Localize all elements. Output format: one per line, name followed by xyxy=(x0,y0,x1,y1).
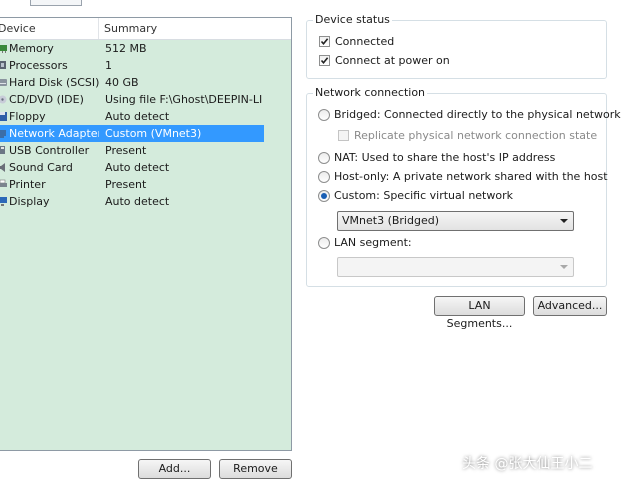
display-icon xyxy=(0,197,7,206)
lan-segment-radio[interactable] xyxy=(318,237,330,249)
device-name: Hard Disk (SCSI) xyxy=(9,76,99,89)
device-status-title: Device status xyxy=(313,13,392,26)
device-name: Printer xyxy=(9,178,46,191)
chevron-down-icon xyxy=(560,265,568,269)
lan-segments-button[interactable]: LAN Segments... xyxy=(434,296,525,330)
device-summary: Present xyxy=(105,144,147,157)
device-row-printer[interactable]: Printer Present xyxy=(0,176,290,193)
replicate-state-checkbox xyxy=(338,130,349,141)
hard-disk-icon xyxy=(0,79,7,86)
tab-edge xyxy=(30,0,82,6)
column-header-summary[interactable]: Summary xyxy=(104,22,157,35)
watermark: 头条 @张大仙王小二 xyxy=(462,456,593,472)
connect-at-power-on-checkbox[interactable] xyxy=(319,55,330,66)
lan-segment-label: LAN segment: xyxy=(334,236,412,249)
device-row-cd-dvd[interactable]: CD/DVD (IDE) Using file F:\Ghost\DEEPIN-L… xyxy=(0,91,290,108)
connect-at-power-on-label: Connect at power on xyxy=(335,54,450,67)
connected-checkbox[interactable] xyxy=(319,36,330,47)
remove-button[interactable]: Remove xyxy=(219,459,292,479)
lan-segment-select xyxy=(337,257,574,277)
device-name: Memory xyxy=(9,42,54,55)
checkmark-icon xyxy=(320,57,329,65)
bridged-label: Bridged: Connected directly to the physi… xyxy=(334,108,621,121)
device-list[interactable]: Device Summary Memory 512 MB Processors 1 Ha… xyxy=(0,17,292,451)
device-name: USB Controller xyxy=(9,144,90,157)
device-name: CD/DVD (IDE) xyxy=(9,93,84,106)
device-summary: 1 xyxy=(105,59,112,72)
processor-icon xyxy=(0,61,6,69)
device-summary: 40 GB xyxy=(105,76,139,89)
memory-icon xyxy=(0,45,7,53)
device-summary: Using file F:\Ghost\DEEPIN-LI... xyxy=(105,93,263,106)
device-summary: Auto detect xyxy=(105,195,170,208)
cd-dvd-icon xyxy=(0,95,7,104)
column-header-device[interactable]: Device xyxy=(0,22,36,35)
custom-label: Custom: Specific virtual network xyxy=(334,189,513,202)
printer-icon xyxy=(0,179,7,187)
device-row-network-adapter[interactable]: Network Adapter Custom (VMnet3) xyxy=(0,125,290,142)
device-row-floppy[interactable]: Floppy Auto detect xyxy=(0,108,290,125)
device-name: Sound Card xyxy=(9,161,73,174)
column-divider[interactable] xyxy=(98,18,99,39)
custom-network-select[interactable]: VMnet3 (Bridged) xyxy=(337,211,574,231)
device-status-group: Device status Connected Connect at power… xyxy=(306,13,607,79)
chevron-down-icon xyxy=(560,219,568,223)
device-row-display[interactable]: Display Auto detect xyxy=(0,193,290,210)
custom-network-value: VMnet3 (Bridged) xyxy=(342,214,439,227)
device-name: Processors xyxy=(9,59,68,72)
nat-label: NAT: Used to share the host's IP address xyxy=(334,151,556,164)
add-button[interactable]: Add... xyxy=(138,459,211,479)
checkmark-icon xyxy=(320,38,329,46)
device-name: Network Adapter xyxy=(9,127,99,140)
host-only-label: Host-only: A private network shared with… xyxy=(334,170,608,183)
device-name: Display xyxy=(9,195,50,208)
device-row-usb[interactable]: USB Controller Present xyxy=(0,142,290,159)
replicate-state-label: Replicate physical network connection st… xyxy=(354,129,598,142)
network-adapter-icon xyxy=(0,130,6,138)
list-header: Device Summary xyxy=(0,18,291,40)
network-connection-group: Network connection Bridged: Connected di… xyxy=(306,86,621,287)
device-row-hard-disk[interactable]: Hard Disk (SCSI) 40 GB xyxy=(0,74,290,91)
floppy-icon xyxy=(0,112,7,121)
device-summary: Custom (VMnet3) xyxy=(105,127,202,140)
device-name: Floppy xyxy=(9,110,46,123)
usb-icon xyxy=(0,146,5,154)
device-summary: Auto detect xyxy=(105,161,170,174)
device-rows: Memory 512 MB Processors 1 Hard Disk (SCSI) 4… xyxy=(0,40,290,210)
connected-label: Connected xyxy=(335,35,395,48)
device-row-processor[interactable]: Processors 1 xyxy=(0,57,290,74)
device-row-memory[interactable]: Memory 512 MB xyxy=(0,40,290,57)
network-connection-title: Network connection xyxy=(313,86,428,99)
sound-card-icon xyxy=(0,163,5,172)
device-row-sound-card[interactable]: Sound Card Auto detect xyxy=(0,159,290,176)
advanced-button[interactable]: Advanced... xyxy=(533,296,607,316)
bridged-radio[interactable] xyxy=(318,109,330,121)
custom-radio[interactable] xyxy=(318,190,330,202)
device-summary: 512 MB xyxy=(105,42,147,55)
device-summary: Present xyxy=(105,178,147,191)
nat-radio[interactable] xyxy=(318,152,330,164)
device-summary: Auto detect xyxy=(105,110,170,123)
host-only-radio[interactable] xyxy=(318,171,330,183)
